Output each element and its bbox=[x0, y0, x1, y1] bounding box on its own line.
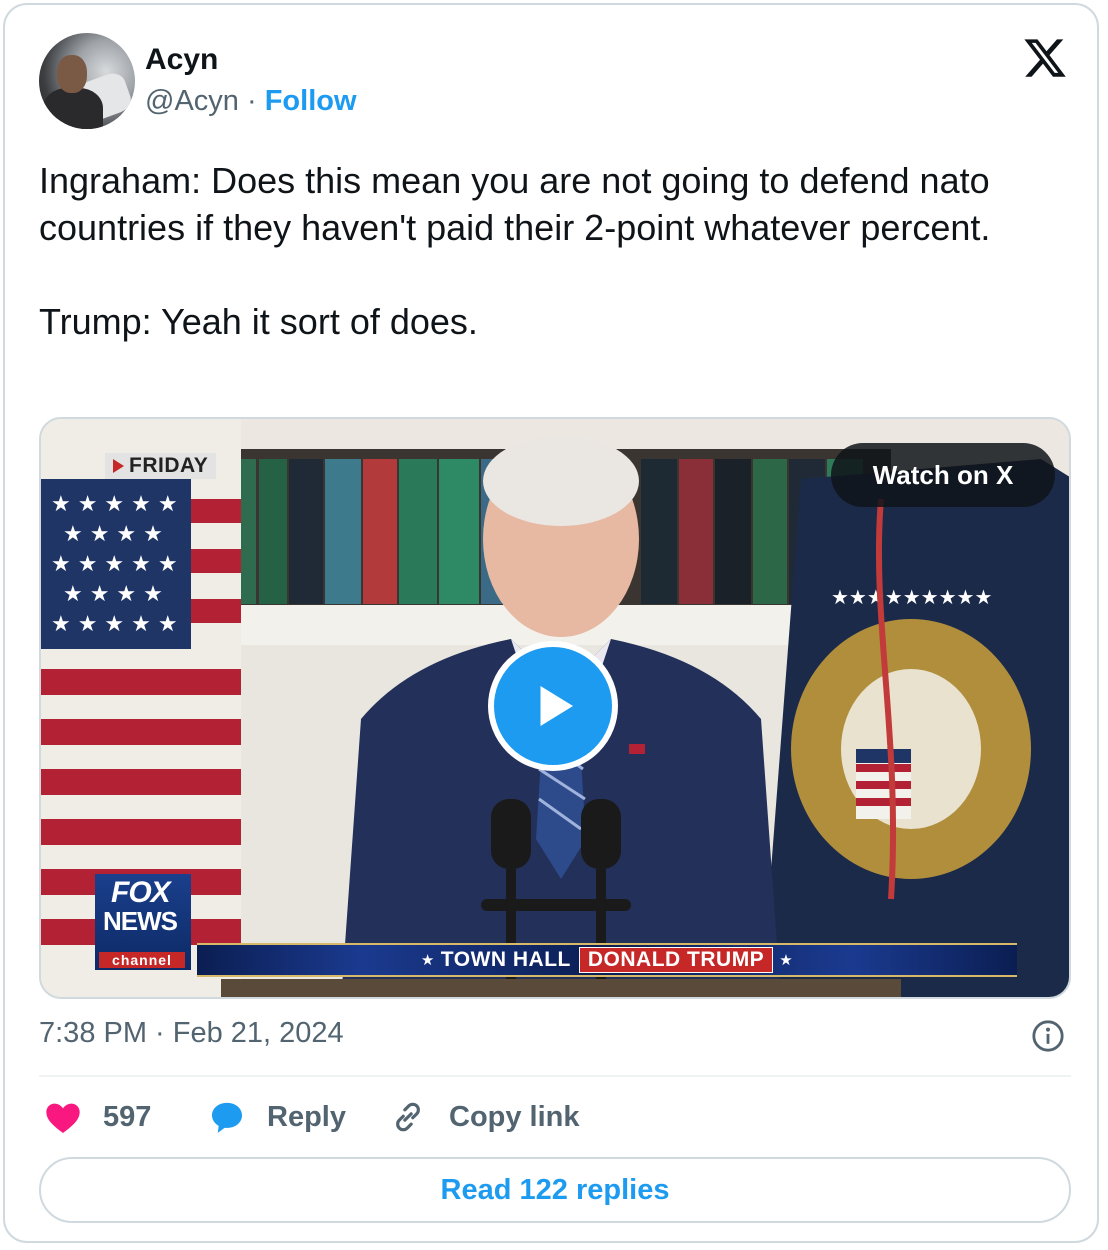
follow-button[interactable]: Follow bbox=[265, 85, 357, 117]
reply-label: Reply bbox=[267, 1100, 346, 1133]
play-button[interactable] bbox=[488, 641, 618, 771]
tweet-timestamp[interactable]: 7:38 PM · Feb 21, 2024 bbox=[39, 1017, 344, 1050]
read-replies-button[interactable]: Read 122 replies bbox=[39, 1157, 1071, 1223]
copy-link-label: Copy link bbox=[449, 1100, 580, 1133]
svg-text:★★★★★★★★★: ★★★★★★★★★ bbox=[831, 585, 992, 609]
fox-logo-line2: NEWS bbox=[103, 906, 178, 936]
svg-text:★ ★ ★ ★ ★: ★ ★ ★ ★ ★ bbox=[51, 492, 178, 517]
svg-text:★ ★ ★ ★: ★ ★ ★ ★ bbox=[63, 582, 163, 607]
chyron-left: TOWN HALL bbox=[440, 948, 571, 971]
author-name[interactable]: Acyn bbox=[145, 43, 218, 77]
like-count: 597 bbox=[103, 1100, 152, 1133]
tweet-text: Ingraham: Does this mean you are not goi… bbox=[39, 160, 991, 342]
x-logo-icon[interactable] bbox=[1021, 35, 1069, 81]
author-handle-row: @Acyn · Follow bbox=[145, 85, 357, 118]
author-handle[interactable]: @Acyn bbox=[145, 85, 239, 117]
copy-link-button[interactable]: Copy link bbox=[389, 1095, 580, 1139]
fox-logo-line1: FOX bbox=[111, 876, 171, 909]
chyron: ★ TOWN HALL DONALD TRUMP ★ bbox=[197, 943, 1017, 977]
info-icon[interactable] bbox=[1031, 1019, 1065, 1053]
avatar[interactable] bbox=[39, 33, 135, 129]
svg-text:★ ★ ★ ★ ★: ★ ★ ★ ★ ★ bbox=[51, 612, 178, 637]
svg-text:★ ★ ★ ★: ★ ★ ★ ★ bbox=[63, 522, 163, 547]
divider bbox=[39, 1075, 1071, 1077]
play-icon bbox=[540, 686, 573, 726]
chyron-right: DONALD TRUMP bbox=[578, 947, 774, 973]
like-button[interactable]: 597 bbox=[43, 1095, 151, 1139]
link-icon bbox=[396, 1102, 420, 1132]
fox-news-logo: FOX NEWS channel bbox=[95, 874, 191, 970]
fox-logo-line3: channel bbox=[99, 952, 185, 968]
speech-bubble-icon bbox=[212, 1102, 242, 1133]
heart-icon bbox=[46, 1103, 80, 1133]
reply-button[interactable]: Reply bbox=[207, 1095, 346, 1139]
star-icon: ★ bbox=[420, 952, 435, 969]
watch-on-x-button[interactable]: Watch on X bbox=[831, 443, 1055, 507]
separator-dot: · bbox=[246, 85, 257, 117]
tweet-card: Acyn @Acyn · Follow Ingraham: Does this … bbox=[3, 3, 1099, 1243]
star-icon: ★ bbox=[779, 952, 794, 969]
program-tag: FRIDAY bbox=[105, 453, 217, 479]
video-player[interactable]: ★ ★ ★ ★ ★ ★ ★ ★ ★ ★ ★ ★ ★ ★ ★ ★ ★ ★ ★ ★ … bbox=[39, 417, 1071, 999]
svg-text:★ ★ ★ ★ ★: ★ ★ ★ ★ ★ bbox=[51, 552, 178, 577]
